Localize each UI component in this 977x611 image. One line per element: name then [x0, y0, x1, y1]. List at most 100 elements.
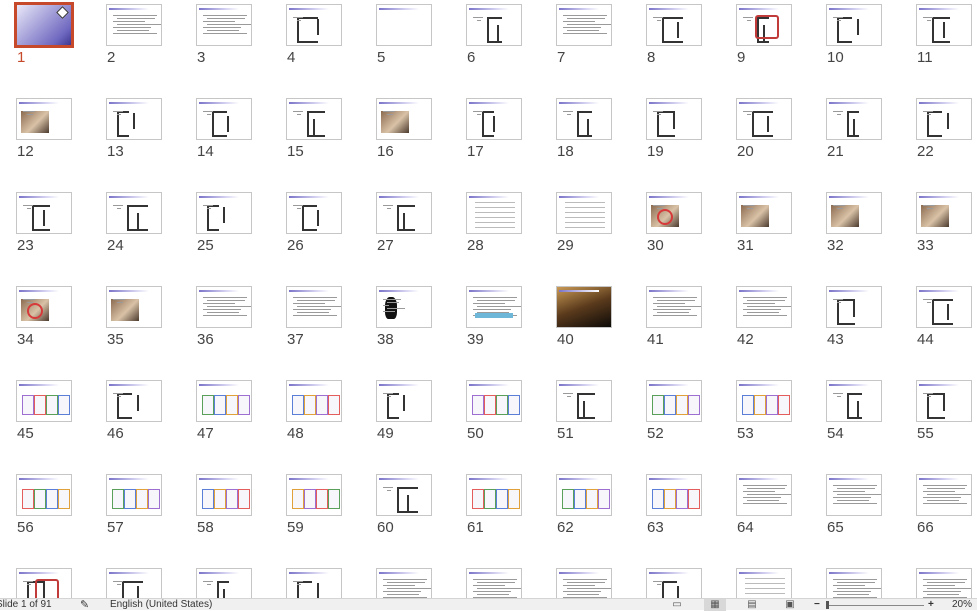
slide-preview[interactable]: [646, 192, 702, 234]
slide-preview[interactable]: [916, 568, 972, 598]
slide-preview[interactable]: [16, 568, 72, 598]
slide-number: 34: [17, 331, 34, 348]
slide-number: 51: [557, 425, 574, 442]
reading-view-icon[interactable]: ▤: [741, 599, 763, 611]
slide-preview[interactable]: [286, 568, 342, 598]
zoom-slider-track[interactable]: [826, 605, 924, 606]
slide-preview[interactable]: [556, 286, 612, 328]
slide-preview[interactable]: [196, 568, 252, 598]
slide-preview[interactable]: [376, 286, 432, 328]
slideshow-view-icon[interactable]: ▣: [779, 599, 801, 611]
slide-preview[interactable]: [916, 192, 972, 234]
slide-preview[interactable]: [466, 4, 522, 46]
slide-preview[interactable]: [466, 474, 522, 516]
slide-preview[interactable]: [196, 474, 252, 516]
slide-number: 36: [197, 331, 214, 348]
slide-preview[interactable]: [16, 380, 72, 422]
slide-preview[interactable]: [646, 474, 702, 516]
slide-preview[interactable]: [106, 380, 162, 422]
slide-sorter-view-icon[interactable]: ▦: [704, 599, 726, 611]
zoom-slider-thumb[interactable]: [826, 601, 829, 609]
slide-preview[interactable]: [286, 286, 342, 328]
slide-preview[interactable]: [916, 474, 972, 516]
slide-preview[interactable]: [376, 192, 432, 234]
zoom-out-button[interactable]: −: [814, 599, 820, 611]
slide-preview[interactable]: [16, 286, 72, 328]
language-indicator[interactable]: English (United States): [110, 599, 212, 611]
slide-preview[interactable]: [16, 192, 72, 234]
slide-preview[interactable]: [646, 380, 702, 422]
slide-preview[interactable]: [646, 568, 702, 598]
slide-preview[interactable]: [736, 4, 792, 46]
slide-preview[interactable]: [16, 474, 72, 516]
slide-number: 37: [287, 331, 304, 348]
slide-preview[interactable]: [556, 380, 612, 422]
slide-preview[interactable]: [646, 4, 702, 46]
slide-preview[interactable]: [466, 98, 522, 140]
slide-preview[interactable]: [826, 380, 882, 422]
slide-preview[interactable]: [826, 4, 882, 46]
slide-preview[interactable]: [14, 2, 74, 48]
slide-preview[interactable]: [106, 98, 162, 140]
slide-preview[interactable]: [466, 568, 522, 598]
slide-preview[interactable]: [916, 98, 972, 140]
slide-preview[interactable]: [376, 98, 432, 140]
slide-number: 47: [197, 425, 214, 442]
slide-preview[interactable]: [916, 286, 972, 328]
slide-preview[interactable]: [196, 192, 252, 234]
slide-preview[interactable]: [196, 4, 252, 46]
slide-preview[interactable]: [376, 474, 432, 516]
slide-preview[interactable]: [106, 568, 162, 598]
slide-preview[interactable]: [376, 568, 432, 598]
slide-preview[interactable]: [466, 380, 522, 422]
slide-preview[interactable]: [916, 4, 972, 46]
slide-preview[interactable]: [376, 380, 432, 422]
proofing-icon[interactable]: ✎: [80, 599, 89, 611]
slide-preview[interactable]: [556, 4, 612, 46]
slide-preview[interactable]: [736, 380, 792, 422]
slide-number: 24: [107, 237, 124, 254]
normal-view-icon[interactable]: ▭: [666, 599, 688, 611]
slide-preview[interactable]: [556, 568, 612, 598]
slide-preview[interactable]: [466, 192, 522, 234]
slide-preview[interactable]: [916, 380, 972, 422]
slide-preview[interactable]: [556, 474, 612, 516]
slide-number: 16: [377, 143, 394, 160]
slide-number: 6: [467, 49, 476, 66]
slide-preview[interactable]: [646, 286, 702, 328]
slide-preview[interactable]: [466, 286, 522, 328]
slide-preview[interactable]: [826, 286, 882, 328]
slide-preview[interactable]: [736, 568, 792, 598]
slide-preview[interactable]: [286, 380, 342, 422]
slide-preview[interactable]: [286, 98, 342, 140]
slide-preview[interactable]: [736, 286, 792, 328]
slide-preview[interactable]: [826, 98, 882, 140]
slide-preview[interactable]: [736, 192, 792, 234]
slide-preview[interactable]: [196, 98, 252, 140]
slide-number: 38: [377, 331, 394, 348]
slide-preview[interactable]: [736, 474, 792, 516]
slide-preview[interactable]: [196, 286, 252, 328]
slide-number: 26: [287, 237, 304, 254]
zoom-level[interactable]: 20%: [952, 599, 972, 611]
slide-preview[interactable]: [16, 98, 72, 140]
zoom-in-button[interactable]: +: [928, 599, 934, 611]
slide-preview[interactable]: [826, 192, 882, 234]
slide-preview[interactable]: [286, 4, 342, 46]
slide-preview[interactable]: [106, 474, 162, 516]
slide-preview[interactable]: [106, 4, 162, 46]
slide-preview[interactable]: [826, 474, 882, 516]
slide-preview[interactable]: [556, 98, 612, 140]
slide-preview[interactable]: [286, 474, 342, 516]
slide-preview[interactable]: [376, 4, 432, 46]
slide-preview[interactable]: [106, 286, 162, 328]
slide-preview[interactable]: [736, 98, 792, 140]
slide-preview[interactable]: [196, 380, 252, 422]
slide-preview[interactable]: [106, 192, 162, 234]
slide-sorter-grid: 1 2 3 4 5 6 7 8 9 10 11 12 13 14 15 16 17 18 19 20 21 22 23 24 2…: [0, 0, 977, 598]
slide-preview[interactable]: [826, 568, 882, 598]
slide-preview[interactable]: [556, 192, 612, 234]
slide-preview[interactable]: [286, 192, 342, 234]
slide-preview[interactable]: [646, 98, 702, 140]
slide-number: 56: [17, 519, 34, 536]
